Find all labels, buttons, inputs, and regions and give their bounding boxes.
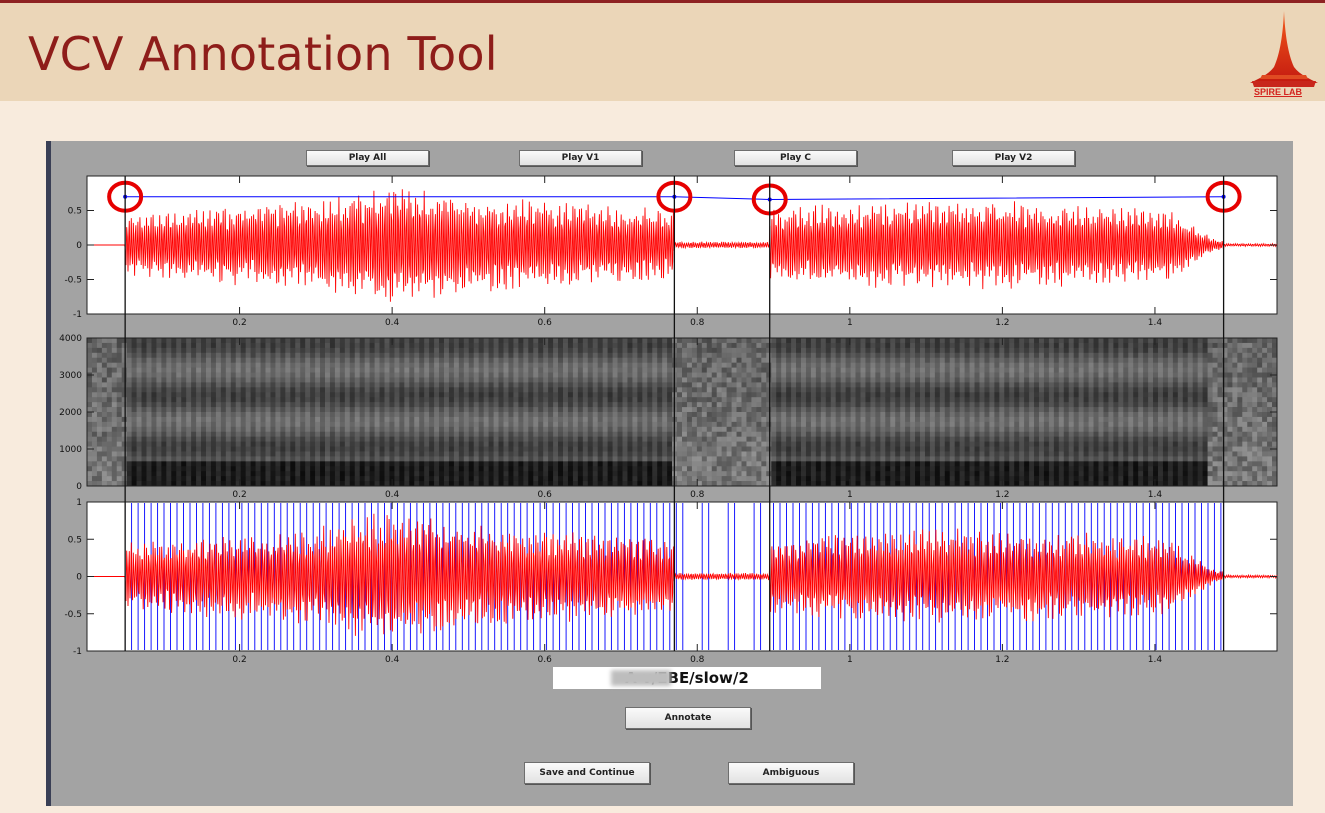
play-all-button[interactable]: Play All bbox=[306, 150, 429, 166]
logo-text: SPIRE LAB bbox=[1254, 87, 1303, 97]
play-c-button[interactable]: Play C bbox=[734, 150, 857, 166]
page-title: VCV Annotation Tool bbox=[28, 27, 498, 81]
header-bar: VCV Annotation Tool SPIRE LAB bbox=[0, 0, 1325, 101]
panel-edge bbox=[46, 141, 51, 806]
play-v1-button[interactable]: Play V1 bbox=[519, 150, 642, 166]
play-v2-button[interactable]: Play V2 bbox=[952, 150, 1075, 166]
